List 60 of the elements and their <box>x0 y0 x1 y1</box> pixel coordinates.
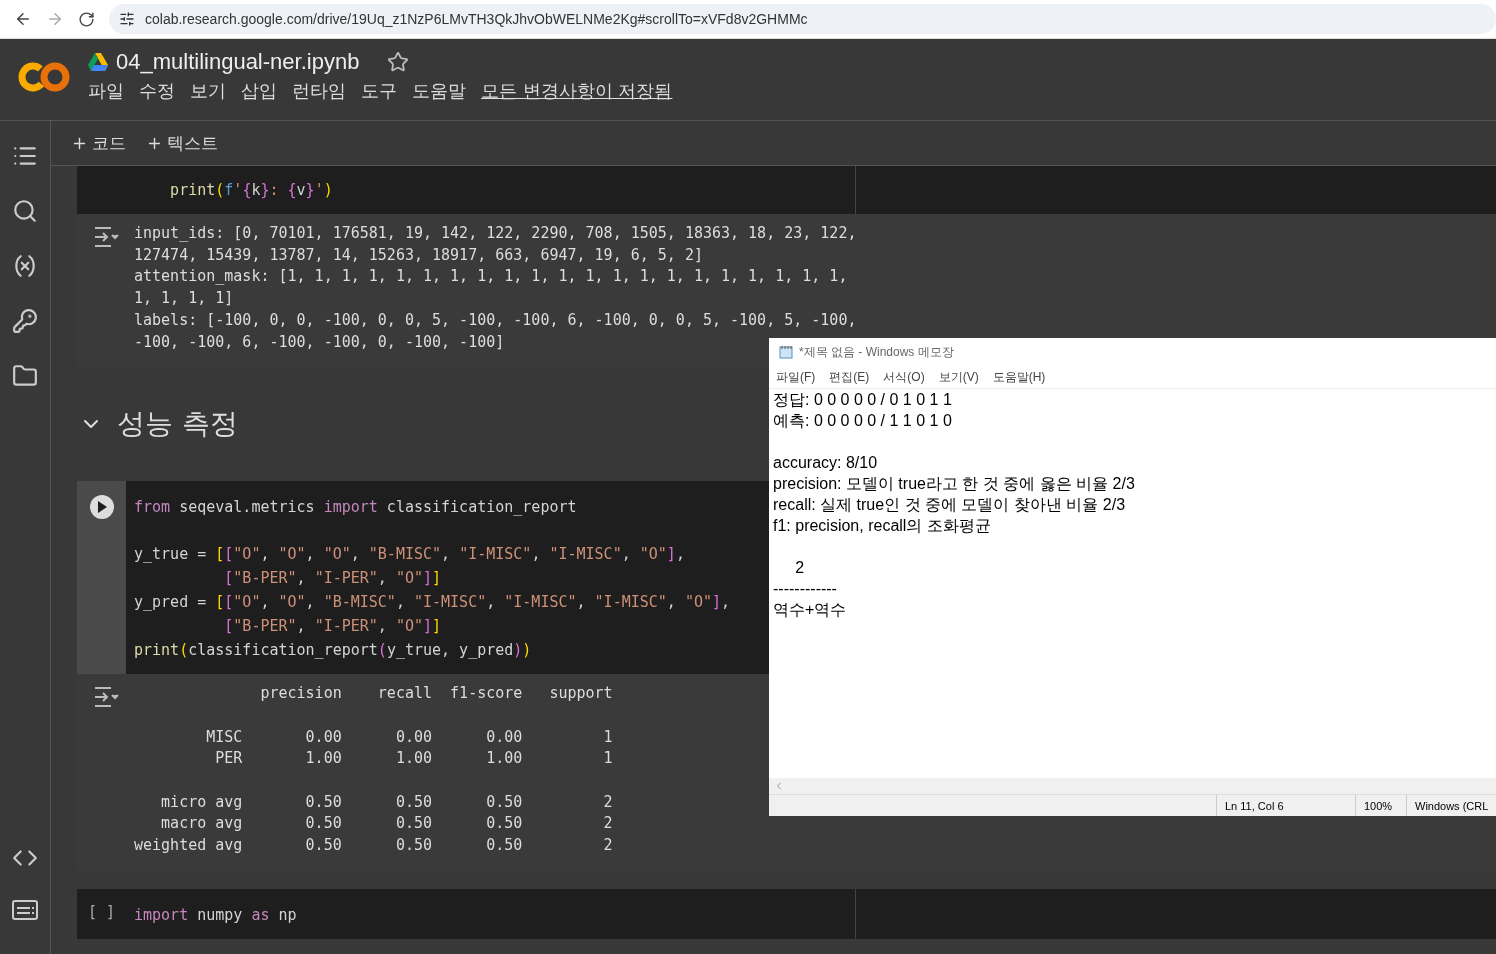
status-text: Windows (CRL <box>1406 795 1496 816</box>
output-toggle-icon[interactable] <box>92 226 119 248</box>
reload-button[interactable] <box>78 10 95 28</box>
code-line: from seqeval.metrics import classification_report <box>134 497 577 519</box>
code-line: print(classification_report(y_true, y_pred)) <box>134 640 532 662</box>
add-cell-button[interactable]: 텍스트 <box>146 131 218 155</box>
output-line: MISC 0.00 0.00 0.00 1 <box>205 726 613 748</box>
window-title: *제목 없음 - Windows 메모장 <box>799 343 954 361</box>
menu-item[interactable]: 도움말 <box>412 79 466 103</box>
menu-item[interactable]: 편집(E) <box>829 368 870 386</box>
output-toggle-icon[interactable] <box>92 686 119 709</box>
output-line: -100, -100, 6, -100, -100, 0, -100, -100] <box>134 331 505 353</box>
output-line: macro avg 0.50 0.50 0.50 2 <box>160 813 613 835</box>
colab-logo <box>18 61 70 93</box>
code-line: y_pred = [["O", "O", "B-MISC", "I-MISC", "I-MISC", "I-MISC", "O"], <box>134 592 731 614</box>
code-line: print(f'{k}: {v}') <box>169 180 333 201</box>
output-line: weighted avg 0.50 0.50 0.50 2 <box>134 835 613 857</box>
variable-icon[interactable] <box>12 253 38 279</box>
site-settings-icon[interactable] <box>119 11 135 27</box>
output-line: attention_mask: [1, 1, 1, 1, 1, 1, 1, 1, 1, 1, 1, 1, 1, 1, 1, 1, 1, 1, 1, 1, 1, <box>134 266 848 288</box>
notebook-title[interactable]: 04_multilingual-ner.ipynb <box>116 49 360 75</box>
output-line: precision recall f1-score support <box>259 683 613 705</box>
star-icon[interactable] <box>387 51 410 73</box>
menu-item[interactable]: 삽입 <box>241 79 277 103</box>
menu-item[interactable]: 파일(F) <box>776 368 816 386</box>
terminal-panel-icon[interactable] <box>12 900 38 920</box>
section-heading: 성능 측정 <box>117 406 238 443</box>
menu-item[interactable]: 서식(O) <box>883 368 925 386</box>
menu-item[interactable]: 런타임 <box>292 79 346 103</box>
output-line: PER 1.00 1.00 1.00 1 <box>214 748 613 770</box>
code-line: ["B-PER", "I-PER", "O"]] <box>223 568 442 590</box>
notepad-text[interactable]: 정답: 0 0 0 0 0 / 0 1 0 1 1 예측: 0 0 0 0 0 / 1 1 0 1 0 accuracy: 8/10 precision: 모델이 true라고 한 것 중에 옳은 비율 2/3 recall: 실제 true인 것 중에 모델이 찾아낸 비율 2/3 f1: precision, recall의 조화평균 2 ------------ 역수+역수 <box>769 389 1496 778</box>
notepad-icon <box>779 345 793 359</box>
output-line: 1, 1, 1, 1] <box>134 288 234 310</box>
menu-item[interactable]: 도움말(H) <box>992 368 1046 386</box>
menu-item[interactable]: 보기 <box>190 79 226 103</box>
code-line: import numpy as np <box>134 904 297 926</box>
output-line: micro avg 0.50 0.50 0.50 2 <box>160 791 613 813</box>
run-button[interactable] <box>89 495 114 520</box>
save-status-link[interactable]: 모든 변경사항이 저장됨 <box>481 79 673 103</box>
key-icon[interactable] <box>12 308 38 334</box>
output-line: labels: [-100, 0, 0, -100, 0, 0, 5, -100, -100, 6, -100, 0, 0, 5, -100, 5, -100, <box>134 309 857 331</box>
play-icon <box>96 501 107 514</box>
code-line: y_true = [["O", "O", "O", "B-MISC", "I-MISC", "I-MISC", "O"], <box>134 544 685 566</box>
address-bar[interactable]: colab.research.google.com/drive/19Uq_z1NzP6LMvTH3QkJhvObWELNMe2Kg#scrollTo=xVFd8v2GHMMc <box>109 4 1496 34</box>
status-text: 100% <box>1355 795 1406 816</box>
menu-item[interactable]: 보기(V) <box>938 368 979 386</box>
menu-item[interactable]: 파일 <box>88 79 124 103</box>
code-line: ["B-PER", "I-PER", "O"]] <box>223 616 442 638</box>
menu-item[interactable]: 도구 <box>361 79 397 103</box>
output-line: input_ids: [0, 70101, 176581, 19, 142, 122, 2290, 708, 1505, 18363, 18, 23, 122, <box>134 223 857 244</box>
menu-item[interactable]: 수정 <box>139 79 175 103</box>
status-text: Ln 11, Col 6 <box>1216 795 1355 816</box>
back-button[interactable] <box>14 10 32 28</box>
folder-icon[interactable] <box>12 363 38 389</box>
search-icon[interactable] <box>12 198 38 224</box>
execution-count: [ ] <box>87 902 116 923</box>
drive-icon <box>88 53 108 71</box>
add-cell-button[interactable]: 코드 <box>71 131 126 155</box>
output-line: 127474, 15439, 13787, 14, 15263, 18917, 663, 6947, 19, 6, 5, 2] <box>134 244 703 266</box>
